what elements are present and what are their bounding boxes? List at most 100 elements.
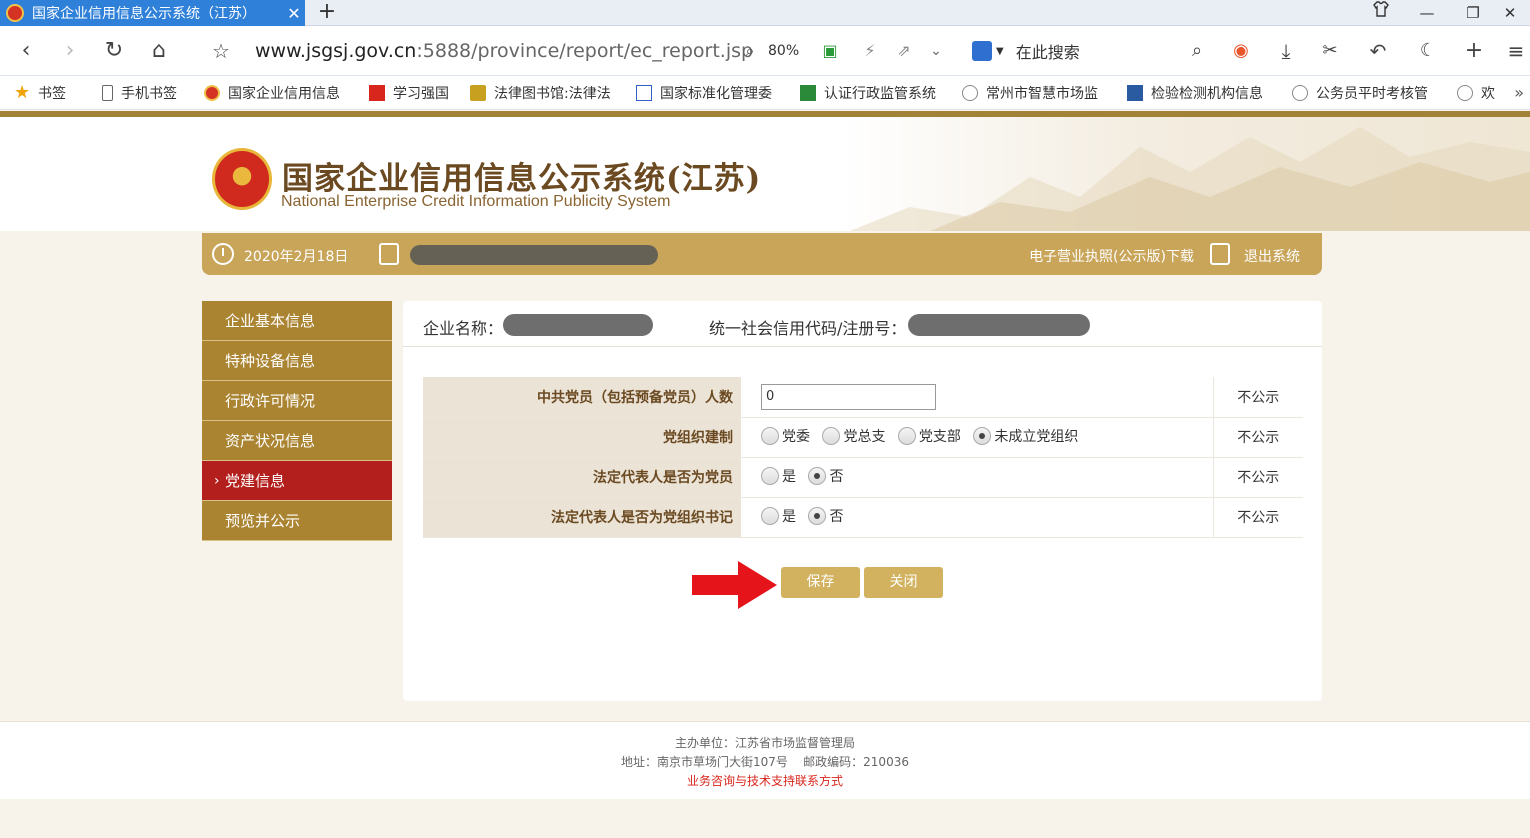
bookmark-item[interactable]: 常州市智慧市场监 [962,83,1112,103]
radio-button[interactable] [822,426,841,445]
form-row-legal-rep-member: 法定代表人是否为党员 是 否 不公示 [423,457,1303,498]
bookmark-item[interactable]: ★ 书签 [14,83,66,103]
radio-button[interactable] [761,506,779,525]
window-close-icon[interactable]: ✕ [1490,0,1530,26]
radio-button[interactable] [897,426,916,445]
spreadsheet-icon [800,85,816,101]
radio-no-party-org[interactable]: 未成立党组织 [973,426,1078,446]
save-button[interactable]: 保存 [781,567,860,598]
radio-no[interactable]: 否 [808,466,843,486]
bookmark-item[interactable]: 法律图书馆:法律法 [470,83,620,103]
search-icon[interactable]: ⌕ [1183,37,1211,65]
radio-party-general-branch[interactable]: 党总支 [822,426,885,446]
night-mode-icon[interactable]: ☾ [1414,37,1442,65]
radio-party-committee[interactable]: 党委 [761,426,810,446]
radio-yes[interactable]: 是 [761,466,796,486]
bookmark-item[interactable]: 认证行政监管系统 [800,83,936,103]
download-icon[interactable]: ⤓ [1272,37,1300,65]
bookmark-item[interactable]: 检验检测机构信息 [1127,83,1277,103]
radio-button[interactable] [761,466,779,485]
redacted-credit-code [908,314,1090,336]
site-title-cn: 国家企业信用信息公示系统(江苏) [282,161,762,197]
company-header: 企业名称： 统一社会信用代码/注册号： [403,301,1322,347]
publicity-status: 不公示 [1212,417,1303,458]
publicity-status: 不公示 [1212,377,1303,418]
sidebar-item-party-building[interactable]: 党建信息 [202,461,392,501]
undo-close-icon[interactable]: ↶ [1364,37,1392,65]
radio-yes[interactable]: 是 [761,506,796,526]
radio-label: 党总支 [843,428,886,445]
zoom-level[interactable]: 80% [768,43,799,59]
radio-button[interactable] [761,426,779,445]
redacted-company-name [503,314,653,336]
app-icon [1127,85,1143,101]
bookmark-item[interactable]: 公务员平时考核管 [1292,83,1442,103]
browser-tab[interactable]: 国家企业信用信息公示系统（江苏） ✕ [0,0,305,26]
national-emblem-logo [212,148,272,210]
screenshot-icon[interactable]: ✂ [1316,37,1344,65]
footer-support-link[interactable]: 业务咨询与技术支持联系方式 [0,772,1530,791]
bookmark-item[interactable]: 国家标准化管理委 [636,83,786,103]
close-button[interactable]: 关闭 [864,567,943,598]
extensions-plus-icon[interactable]: + [1460,37,1488,65]
radio-label: 未成立党组织 [994,428,1079,445]
user-info-bar: 2020年2月18日 电子营业执照(公示版)下载 退出系统 [202,233,1322,275]
library-icon [470,85,486,101]
credit-code-label: 统一社会信用代码/注册号： [709,319,907,338]
radio-button-selected[interactable] [973,426,992,445]
radio-no[interactable]: 否 [808,506,843,526]
share-icon[interactable]: ⇗ [890,37,918,65]
forward-icon[interactable]: › [56,37,84,65]
globe-icon [1292,85,1308,101]
bookmark-item[interactable]: 手机书签 [102,83,177,103]
logout-link[interactable]: 退出系统 [1244,246,1300,266]
sidebar-item-assets[interactable]: 资产状况信息 [202,421,392,461]
form-row-party-members: 中共党员（包括预备党员）人数 不公示 [423,377,1303,418]
bookmarks-more-icon[interactable]: » [1514,83,1524,102]
license-download-link[interactable]: 电子营业执照(公示版)下载 [1029,246,1194,266]
address-bar[interactable]: www.jsgsj.gov.cn:5888/province/report/ec… [255,40,753,62]
bookmark-label: 书签 [38,86,66,102]
bookmark-item[interactable]: 欢 [1457,83,1505,103]
star-icon: ★ [14,83,31,103]
new-tab-icon[interactable]: + [314,0,340,26]
home-icon[interactable]: ⌂ [145,37,173,65]
favorite-star-icon[interactable]: ☆ [207,37,235,65]
search-engine-caret-icon[interactable]: ▼ [996,46,1004,57]
sidebar-item-special-equipment[interactable]: 特种设备信息 [202,341,392,381]
skin-icon[interactable] [1358,0,1404,26]
url-dropdown-icon[interactable]: ⌄ [922,37,950,65]
site-banner: 国家企业信用信息公示系统(江苏) National Enterprise Cre… [0,117,1530,231]
bookmark-item[interactable]: 国家企业信用信息 [204,83,352,103]
party-members-input[interactable] [761,383,936,410]
search-box[interactable]: ▼ 在此搜索 [972,38,1212,64]
reader-mode-icon[interactable]: ▣ [816,37,844,65]
bookmark-label: 欢 [1481,86,1495,102]
radio-button-selected[interactable] [808,466,827,485]
menu-icon[interactable]: ≡ [1502,37,1530,65]
radio-button-selected[interactable] [808,506,827,525]
zoom-icon[interactable]: ⌕ [740,37,760,65]
form-row-legal-rep-secretary: 法定代表人是否为党组织书记 是 否 不公示 [423,497,1303,538]
sidebar-item-admin-license[interactable]: 行政许可情况 [202,381,392,421]
search-engine-icon[interactable] [972,41,992,61]
game-icon[interactable]: ◉ [1227,37,1255,65]
sidebar-item-preview-publish[interactable]: 预览并公示 [202,501,392,541]
sidebar-item-basic-info[interactable]: 企业基本信息 [202,301,392,341]
bookmark-label: 国家标准化管理委 [660,86,772,102]
speed-mode-icon[interactable]: ⚡ [856,37,884,65]
radio-party-branch[interactable]: 党支部 [897,426,961,446]
back-icon[interactable]: ‹ [12,37,40,65]
minimize-icon[interactable]: — [1404,0,1450,26]
close-tab-icon[interactable]: ✕ [283,4,305,23]
refresh-icon[interactable]: ↻ [100,37,128,65]
site-title-en: National Enterprise Credit Information P… [281,193,671,210]
side-menu: 企业基本信息 特种设备信息 行政许可情况 资产状况信息 党建信息 预览并公示 [202,301,392,541]
radio-label: 是 [782,468,796,485]
logout-icon[interactable] [1210,243,1230,265]
footer-address: 地址：南京市草场门大街107号 邮政编码：210036 [621,755,909,769]
page-footer: 主办单位：江苏省市场监督管理局 地址：南京市草场门大街107号 邮政编码：210… [0,721,1530,799]
publicity-status: 不公示 [1212,497,1303,538]
bookmark-item[interactable]: 学习强国 [369,83,449,103]
navigation-bar: ‹ › ↻ ⌂ ☆ www.jsgsj.gov.cn:5888/province… [0,26,1530,76]
